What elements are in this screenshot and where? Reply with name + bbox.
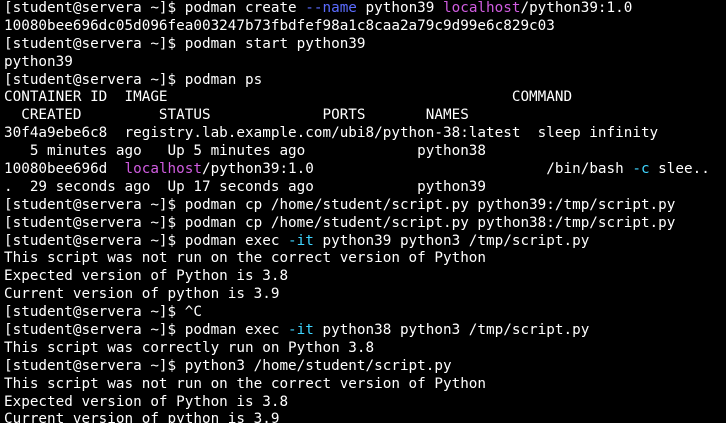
terminal-text-segment: This script was correctly run on Python … xyxy=(4,339,375,356)
terminal-line: [student@servera ~]$ podman exec -it pyt… xyxy=(4,322,726,340)
terminal-line: [student@servera ~]$ podman ps xyxy=(4,72,726,90)
terminal-line: This script was correctly run on Python … xyxy=(4,340,726,358)
terminal-line: [student@servera ~]$ podman exec -it pyt… xyxy=(4,233,726,251)
terminal-line: CREATED STATUS PORTS NAMES xyxy=(4,107,726,125)
terminal-text-segment: 30f4a9ebe6c8 registry.lab.example.com/ub… xyxy=(4,125,659,142)
terminal-text-segment: [student@servera ~]$ podman cp /home/stu… xyxy=(4,196,676,213)
terminal-text-segment: Expected version of Python is 3.8 xyxy=(4,393,289,410)
terminal-line: [student@servera ~]$ podman cp /home/stu… xyxy=(4,197,726,215)
terminal-line: python39 xyxy=(4,54,726,72)
terminal-text-segment: [student@servera ~]$ podman create xyxy=(4,0,306,16)
terminal-text-segment: This script was not run on the correct v… xyxy=(4,250,487,267)
terminal-line: [student@servera ~]$ python3 /home/stude… xyxy=(4,358,726,376)
terminal-line: 30f4a9ebe6c8 registry.lab.example.com/ub… xyxy=(4,125,726,143)
terminal-text-segment: This script was not run on the correct v… xyxy=(4,375,487,392)
terminal-line: [student@servera ~]$ podman cp /home/stu… xyxy=(4,215,726,233)
terminal-line: Current version of python is 3.9 xyxy=(4,286,726,304)
terminal-output: [student@servera ~]$ podman create --nam… xyxy=(4,0,726,423)
terminal-text-segment: Current version of python is 3.9 xyxy=(4,411,280,423)
terminal-line: Current version of python is 3.9 xyxy=(4,411,726,423)
terminal-text-segment: python39 xyxy=(4,53,73,70)
terminal-text-segment: [student@servera ~]$ podman cp /home/stu… xyxy=(4,214,676,231)
terminal-text-segment: -c xyxy=(632,161,650,178)
terminal-text-segment: [student@servera ~]$ podman exec xyxy=(4,232,289,249)
terminal-text-segment: python39 python3 /tmp/script.py xyxy=(313,232,590,249)
terminal-text-segment: [student@servera ~]$ podman exec xyxy=(4,322,289,339)
terminal-line: [student@servera ~]$ podman start python… xyxy=(4,36,726,54)
terminal-text-segment: CREATED STATUS PORTS NAMES xyxy=(4,107,469,124)
terminal-text-segment: localhost xyxy=(124,161,202,178)
terminal-text-segment: -it xyxy=(288,232,314,249)
terminal-line: Expected version of Python is 3.8 xyxy=(4,268,726,286)
terminal-text-segment: slee.. xyxy=(649,161,710,178)
terminal-line: This script was not run on the correct v… xyxy=(4,250,726,268)
terminal-line: [student@servera ~]$ ^C xyxy=(4,304,726,322)
terminal-line: 10080bee696d localhost/python39:1.0 /bin… xyxy=(4,161,726,179)
terminal-text-segment: . 29 seconds ago Up 17 seconds ago pytho… xyxy=(4,178,487,195)
terminal-line: 10080bee696dc05d096fea003247b73fbdfef98a… xyxy=(4,18,726,36)
terminal-text-segment: Expected version of Python is 3.8 xyxy=(4,268,289,285)
terminal-text-segment: --name xyxy=(305,0,357,16)
terminal-text-segment: CONTAINER ID IMAGE COMMAND xyxy=(4,89,573,106)
terminal-line: 5 minutes ago Up 5 minutes ago python38 xyxy=(4,143,726,161)
terminal-text-segment: [student@servera ~]$ python3 /home/stude… xyxy=(4,357,452,374)
terminal-text-segment: python38 python3 /tmp/script.py xyxy=(313,322,590,339)
terminal-text-segment: /python39:1.0 xyxy=(520,0,633,16)
terminal-text-segment: 10080bee696dc05d096fea003247b73fbdfef98a… xyxy=(4,17,555,34)
terminal-text-segment: 5 minutes ago Up 5 minutes ago python38 xyxy=(4,143,487,160)
terminal-text-segment: -it xyxy=(288,322,314,339)
terminal-text-segment: python39 xyxy=(356,0,443,16)
terminal-line: This script was not run on the correct v… xyxy=(4,376,726,394)
terminal-text-segment: localhost xyxy=(443,0,521,16)
terminal-text-segment: /python39:1.0 /bin/bash xyxy=(201,161,633,178)
terminal-line: . 29 seconds ago Up 17 seconds ago pytho… xyxy=(4,179,726,197)
terminal-text-segment: 10080bee696d xyxy=(4,161,125,178)
terminal-line: [student@servera ~]$ podman create --nam… xyxy=(4,0,726,18)
terminal-text-segment: [student@servera ~]$ podman start python… xyxy=(4,35,366,52)
terminal-text-segment: [student@servera ~]$ podman ps xyxy=(4,71,263,88)
terminal-text-segment: Current version of python is 3.9 xyxy=(4,286,280,303)
terminal-line: Expected version of Python is 3.8 xyxy=(4,394,726,412)
terminal-text-segment: [student@servera ~]$ ^C xyxy=(4,304,202,321)
terminal-window[interactable]: [student@servera ~]$ podman create --nam… xyxy=(0,0,726,423)
terminal-line: CONTAINER ID IMAGE COMMAND xyxy=(4,89,726,107)
